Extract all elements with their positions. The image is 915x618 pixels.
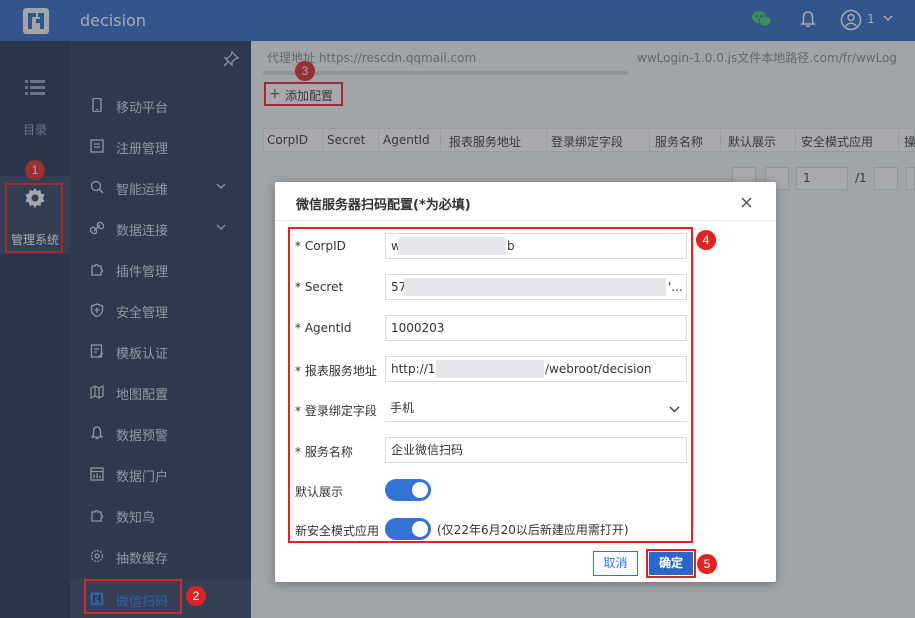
annotation-marker-2: 2 xyxy=(186,586,206,606)
close-icon[interactable] xyxy=(740,196,753,209)
chevron-down-icon[interactable] xyxy=(668,403,681,415)
bind-field-select[interactable]: 手机 xyxy=(385,396,687,422)
default-show-toggle[interactable] xyxy=(385,479,431,501)
report-url-label: * 报表服务地址 xyxy=(295,364,377,378)
default-show-label: 默认展示 xyxy=(295,485,344,499)
corpid-label: * CorpID xyxy=(295,239,346,253)
cancel-button[interactable]: 取消 xyxy=(593,551,638,576)
highlight-wechat-scan xyxy=(84,579,182,614)
ok-button[interactable]: 确定 xyxy=(649,552,693,575)
corpid-input[interactable]: w b xyxy=(385,233,687,259)
annotation-marker-5: 5 xyxy=(697,554,717,574)
annotation-marker-4: 4 xyxy=(696,230,716,250)
secret-label: * Secret xyxy=(295,280,344,294)
service-name-input[interactable]: 企业微信扫码 xyxy=(385,437,687,463)
service-name-label: * 服务名称 xyxy=(295,445,353,459)
new-security-toggle[interactable] xyxy=(385,518,431,540)
agentid-input[interactable]: 1000203 xyxy=(385,315,687,341)
new-security-label: 新安全模式应用 xyxy=(295,524,380,538)
report-url-input[interactable]: http://1 /webroot/decision xyxy=(385,356,687,382)
new-security-hint: (仅22年6月20以后新建应用需打开) xyxy=(437,523,629,537)
bind-field-label: * 登录绑定字段 xyxy=(295,404,377,418)
dialog-title: 微信服务器扫码配置(*为必填) xyxy=(296,198,471,213)
agentid-label: * AgentId xyxy=(295,321,352,335)
secret-input[interactable]: 57 '... xyxy=(385,274,687,300)
